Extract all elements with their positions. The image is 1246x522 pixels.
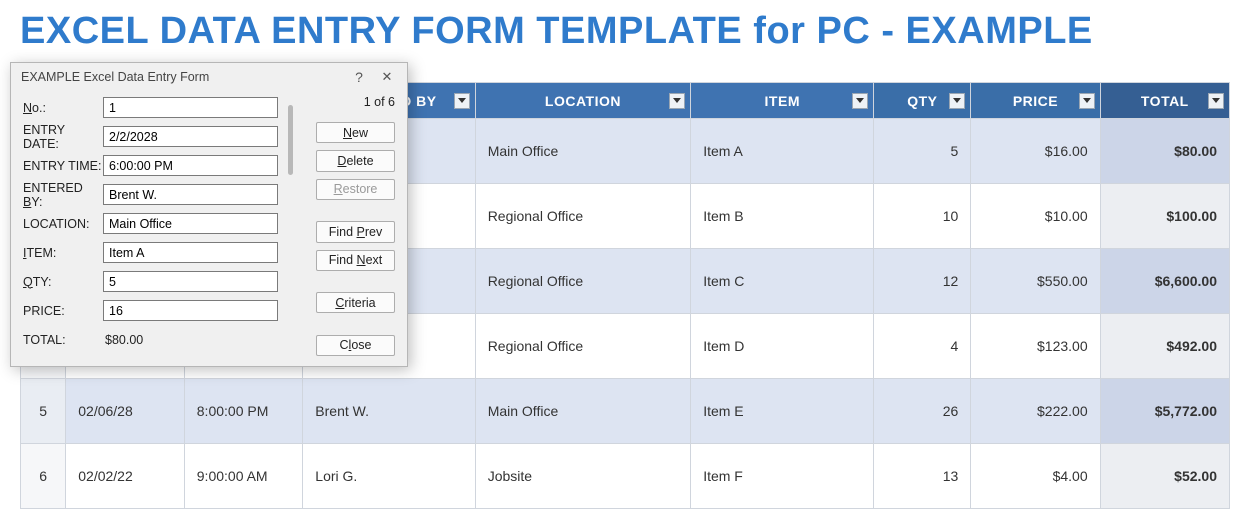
field-label-location: LOCATION: xyxy=(23,217,103,231)
entry-time-field[interactable] xyxy=(103,155,278,176)
data-entry-dialog: EXAMPLE Excel Data Entry Form ? ✕ No.: E… xyxy=(10,62,408,367)
cell-location[interactable]: Regional Office xyxy=(475,314,691,379)
cell-item[interactable]: Item B xyxy=(691,184,874,249)
cell-time[interactable]: 8:00:00 PM xyxy=(184,379,303,444)
filter-icon[interactable] xyxy=(1079,93,1095,109)
cell-price[interactable]: $123.00 xyxy=(971,314,1100,379)
cell-location[interactable]: Main Office xyxy=(475,119,691,184)
delete-button[interactable]: Delete xyxy=(316,150,395,171)
cell-qty[interactable]: 5 xyxy=(874,119,971,184)
cell-time[interactable]: 9:00:00 AM xyxy=(184,444,303,509)
item-field[interactable] xyxy=(103,242,278,263)
cell-qty[interactable]: 13 xyxy=(874,444,971,509)
field-label-item: ITEM: xyxy=(23,246,103,260)
cell-item[interactable]: Item E xyxy=(691,379,874,444)
filter-icon[interactable] xyxy=(852,93,868,109)
cell-price[interactable]: $550.00 xyxy=(971,249,1100,314)
table-row[interactable]: 602/02/229:00:00 AMLori G.JobsiteItem F1… xyxy=(21,444,1230,509)
no-field[interactable] xyxy=(103,97,278,118)
cell-by[interactable]: Brent W. xyxy=(303,379,475,444)
cell-qty[interactable]: 26 xyxy=(874,379,971,444)
entered-by-field[interactable] xyxy=(103,184,278,205)
scroll-indicator[interactable] xyxy=(288,105,293,175)
filter-icon[interactable] xyxy=(454,93,470,109)
cell-by[interactable]: Lori G. xyxy=(303,444,475,509)
cell-total[interactable]: $100.00 xyxy=(1100,184,1229,249)
table-row[interactable]: 502/06/288:00:00 PMBrent W.Main OfficeIt… xyxy=(21,379,1230,444)
cell-price[interactable]: $10.00 xyxy=(971,184,1100,249)
entry-date-field[interactable] xyxy=(103,126,278,147)
find-prev-button[interactable]: Find Prev xyxy=(316,221,395,242)
col-header-label: LOCATION xyxy=(545,93,621,109)
dialog-title: EXAMPLE Excel Data Entry Form xyxy=(21,70,209,84)
cell-item[interactable]: Item D xyxy=(691,314,874,379)
field-label-price: PRICE: xyxy=(23,304,103,318)
cell-location[interactable]: Regional Office xyxy=(475,184,691,249)
page-title: EXCEL DATA ENTRY FORM TEMPLATE for PC - … xyxy=(0,0,1246,71)
cell-price[interactable]: $4.00 xyxy=(971,444,1100,509)
cell-price[interactable]: $16.00 xyxy=(971,119,1100,184)
col-header-qty[interactable]: QTY xyxy=(874,83,971,119)
criteria-button[interactable]: Criteria xyxy=(316,292,395,313)
cell-qty[interactable]: 4 xyxy=(874,314,971,379)
restore-button: Restore xyxy=(316,179,395,200)
field-label-by: ENTERED BY: xyxy=(23,181,103,209)
col-header-label: ITEM xyxy=(765,93,800,109)
cell-date[interactable]: 02/02/22 xyxy=(66,444,185,509)
filter-icon[interactable] xyxy=(949,93,965,109)
total-value: $80.00 xyxy=(103,333,143,347)
cell-total[interactable]: $492.00 xyxy=(1100,314,1229,379)
dialog-titlebar[interactable]: EXAMPLE Excel Data Entry Form ? ✕ xyxy=(11,63,407,91)
col-header-item[interactable]: ITEM xyxy=(691,83,874,119)
field-label-no: No.: xyxy=(23,101,103,115)
cell-item[interactable]: Item F xyxy=(691,444,874,509)
cell-location[interactable]: Main Office xyxy=(475,379,691,444)
cell-total[interactable]: $5,772.00 xyxy=(1100,379,1229,444)
cell-total[interactable]: $6,600.00 xyxy=(1100,249,1229,314)
field-label-date: ENTRY DATE: xyxy=(23,123,103,151)
close-icon[interactable]: ✕ xyxy=(373,66,401,88)
cell-total[interactable]: $80.00 xyxy=(1100,119,1229,184)
price-field[interactable] xyxy=(103,300,278,321)
field-label-total: TOTAL: xyxy=(23,333,103,347)
col-header-price[interactable]: PRICE xyxy=(971,83,1100,119)
cell-location[interactable]: Regional Office xyxy=(475,249,691,314)
help-icon[interactable]: ? xyxy=(345,66,373,88)
field-label-time: ENTRY TIME: xyxy=(23,159,103,173)
cell-item[interactable]: Item A xyxy=(691,119,874,184)
cell-idx[interactable]: 6 xyxy=(21,444,66,509)
col-header-label: PRICE xyxy=(1013,93,1058,109)
new-button[interactable]: New xyxy=(316,122,395,143)
cell-idx[interactable]: 5 xyxy=(21,379,66,444)
qty-field[interactable] xyxy=(103,271,278,292)
cell-location[interactable]: Jobsite xyxy=(475,444,691,509)
field-label-qty: QTY: xyxy=(23,275,103,289)
cell-qty[interactable]: 12 xyxy=(874,249,971,314)
cell-date[interactable]: 02/06/28 xyxy=(66,379,185,444)
cell-item[interactable]: Item C xyxy=(691,249,874,314)
close-button[interactable]: Close xyxy=(316,335,395,356)
filter-icon[interactable] xyxy=(669,93,685,109)
cell-price[interactable]: $222.00 xyxy=(971,379,1100,444)
location-field[interactable] xyxy=(103,213,278,234)
cell-total[interactable]: $52.00 xyxy=(1100,444,1229,509)
dialog-buttons: 1 of 6 New Delete Restore Find Prev Find… xyxy=(278,93,395,356)
col-header-label: QTY xyxy=(907,93,937,109)
filter-icon[interactable] xyxy=(1208,93,1224,109)
col-header-total[interactable]: TOTAL xyxy=(1100,83,1229,119)
find-next-button[interactable]: Find Next xyxy=(316,250,395,271)
dialog-fields: No.: ENTRY DATE: ENTRY TIME: ENTERED BY:… xyxy=(23,93,278,356)
record-counter: 1 of 6 xyxy=(316,93,395,115)
cell-qty[interactable]: 10 xyxy=(874,184,971,249)
col-header-label: TOTAL xyxy=(1141,93,1189,109)
col-header-location[interactable]: LOCATION xyxy=(475,83,691,119)
